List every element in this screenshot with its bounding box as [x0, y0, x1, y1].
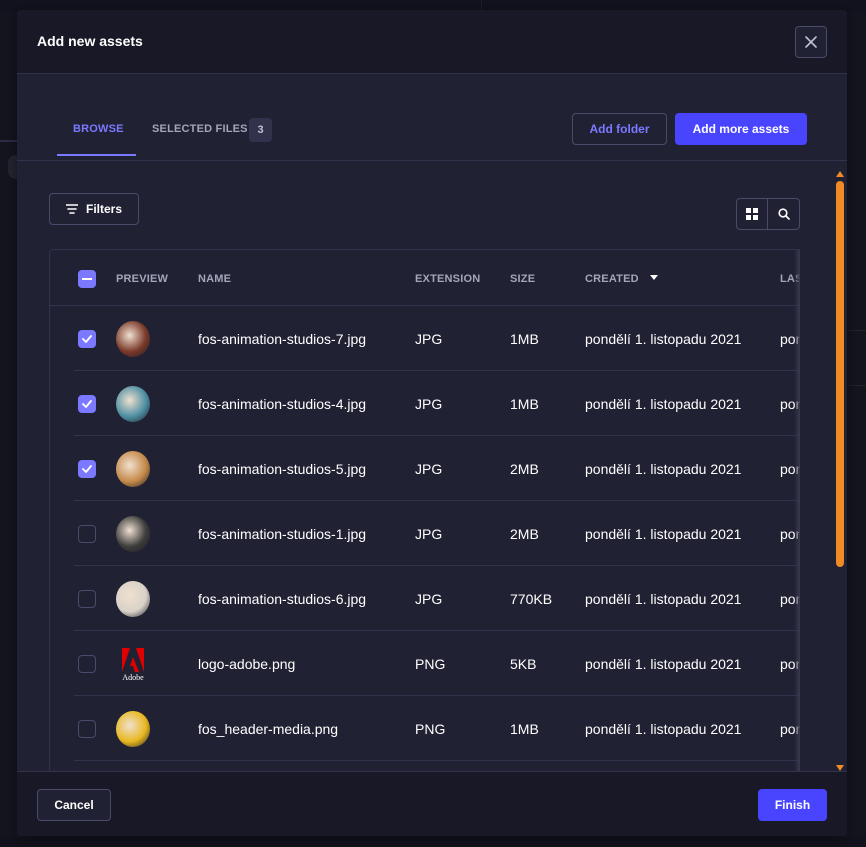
- asset-size: 2MB: [510, 526, 539, 542]
- asset-extension: JPG: [415, 331, 443, 347]
- column-extension[interactable]: EXTENSION: [415, 273, 480, 285]
- adobe-logo-text: Adobe: [122, 673, 144, 682]
- assets-table: PREVIEW NAME EXTENSION SIZE CREATED LAS …: [49, 249, 800, 771]
- column-created-label: CREATED: [585, 273, 639, 285]
- finish-button[interactable]: Finish: [758, 789, 827, 821]
- tabs-bar: BROWSE SELECTED FILES 3 Add folder Add m…: [17, 75, 847, 161]
- selected-count-badge: 3: [249, 118, 272, 142]
- add-folder-button[interactable]: Add folder: [572, 113, 667, 145]
- asset-name: logo-adobe.png: [198, 656, 296, 672]
- cancel-button[interactable]: Cancel: [37, 789, 111, 821]
- asset-name: fos-animation-studios-6.jpg: [198, 591, 367, 607]
- asset-preview-thumbnail: [116, 711, 150, 747]
- adobe-logo-icon: Adobe: [122, 648, 144, 682]
- add-assets-dialog: Add new assets BROWSE SELECTED FILES 3 A…: [17, 10, 847, 836]
- scroll-up-arrow-icon[interactable]: [836, 171, 844, 177]
- table-row[interactable]: fos-animation-studios-4.jpg JPG 1MB pondělí…: [74, 371, 800, 436]
- asset-extension: JPG: [415, 396, 443, 412]
- asset-preview-thumbnail: [116, 516, 150, 552]
- checkmark-icon: [82, 400, 92, 408]
- asset-size: 1MB: [510, 331, 539, 347]
- asset-extension: JPG: [415, 526, 443, 542]
- select-all-checkbox[interactable]: [78, 270, 96, 288]
- scrollbar[interactable]: [833, 165, 847, 777]
- filter-icon: [65, 204, 78, 214]
- dialog-footer: Cancel Finish: [17, 771, 847, 836]
- table-row[interactable]: fos-animation-studios-1.jpg JPG 2MB pondělí…: [74, 501, 800, 566]
- asset-size: 2MB: [510, 461, 539, 477]
- indeterminate-icon: [82, 278, 92, 280]
- scrollbar-thumb[interactable]: [836, 181, 844, 567]
- asset-preview-thumbnail: [116, 451, 150, 487]
- asset-created-date: pondělí 1. listopadu 2021: [585, 721, 742, 737]
- tab-selected-files[interactable]: SELECTED FILES: [152, 123, 248, 135]
- table-header: PREVIEW NAME EXTENSION SIZE CREATED LAS: [50, 250, 800, 306]
- table-row[interactable]: fos-animation-studios-6.jpg JPG 770KB pondě…: [74, 566, 800, 631]
- close-icon: [805, 36, 817, 48]
- row-checkbox[interactable]: [78, 330, 96, 348]
- column-preview: PREVIEW: [116, 273, 169, 285]
- column-name[interactable]: NAME: [198, 273, 231, 285]
- asset-created-date: pondělí 1. listopadu 2021: [585, 656, 742, 672]
- asset-created-date: pondělí 1. listopadu 2021: [585, 331, 742, 347]
- asset-size: 5KB: [510, 656, 537, 672]
- active-tab-indicator: [57, 154, 136, 156]
- table-row[interactable]: fos-animation-studios-7.jpg JPG 1MB pondělí…: [74, 306, 800, 371]
- table-row[interactable]: fos-animation-studios-5.jpg JPG 2MB pondělí…: [74, 436, 800, 501]
- dialog-header: Add new assets: [17, 10, 847, 74]
- asset-name: fos-animation-studios-4.jpg: [198, 396, 367, 412]
- grid-view-button[interactable]: [736, 198, 768, 230]
- asset-size: 1MB: [510, 396, 539, 412]
- asset-size: 1MB: [510, 721, 539, 737]
- checkmark-icon: [82, 335, 92, 343]
- tab-browse[interactable]: BROWSE: [73, 123, 124, 135]
- table-row[interactable]: Adobe logo-adobe.png PNG 5KB pondělí 1. list…: [74, 631, 800, 696]
- sort-desc-icon: [650, 275, 659, 280]
- checkmark-icon: [82, 465, 92, 473]
- close-button[interactable]: [795, 26, 827, 58]
- column-size[interactable]: SIZE: [510, 273, 535, 285]
- column-created[interactable]: CREATED: [585, 273, 659, 285]
- row-checkbox[interactable]: [78, 655, 96, 673]
- grid-view-icon: [746, 208, 758, 220]
- asset-extension: JPG: [415, 461, 443, 477]
- row-checkbox[interactable]: [78, 590, 96, 608]
- browse-content: Filters PREVIEW NAME EXTENSION SIZE CREA…: [17, 162, 847, 771]
- add-more-assets-button[interactable]: Add more assets: [675, 113, 807, 145]
- asset-preview-thumbnail: Adobe: [116, 646, 150, 682]
- asset-extension: JPG: [415, 591, 443, 607]
- asset-preview-thumbnail: [116, 581, 150, 617]
- row-checkbox[interactable]: [78, 525, 96, 543]
- asset-created-date: pondělí 1. listopadu 2021: [585, 591, 742, 607]
- asset-created-date: pondělí 1. listopadu 2021: [585, 461, 742, 477]
- asset-extension: PNG: [415, 721, 446, 737]
- search-button[interactable]: [768, 198, 800, 230]
- row-checkbox[interactable]: [78, 395, 96, 413]
- search-icon: [777, 208, 790, 220]
- asset-name: fos-animation-studios-1.jpg: [198, 526, 367, 542]
- filters-button[interactable]: Filters: [49, 193, 139, 225]
- asset-preview-thumbnail: [116, 386, 150, 422]
- table-scroll-shadow: [794, 250, 800, 771]
- asset-name: fos-animation-studios-5.jpg: [198, 461, 367, 477]
- row-checkbox[interactable]: [78, 720, 96, 738]
- asset-name: fos_header-media.png: [198, 721, 339, 737]
- asset-preview-thumbnail: [116, 321, 150, 357]
- asset-name: fos-animation-studios-7.jpg: [198, 331, 367, 347]
- asset-extension: PNG: [415, 656, 446, 672]
- asset-created-date: pondělí 1. listopadu 2021: [585, 526, 742, 542]
- row-checkbox[interactable]: [78, 460, 96, 478]
- asset-size: 770KB: [510, 591, 553, 607]
- filters-label: Filters: [85, 202, 122, 216]
- table-row[interactable]: fos_header-media.png PNG 1MB pondělí 1. lis…: [74, 696, 800, 761]
- dialog-title: Add new assets: [37, 33, 143, 49]
- asset-created-date: pondělí 1. listopadu 2021: [585, 396, 742, 412]
